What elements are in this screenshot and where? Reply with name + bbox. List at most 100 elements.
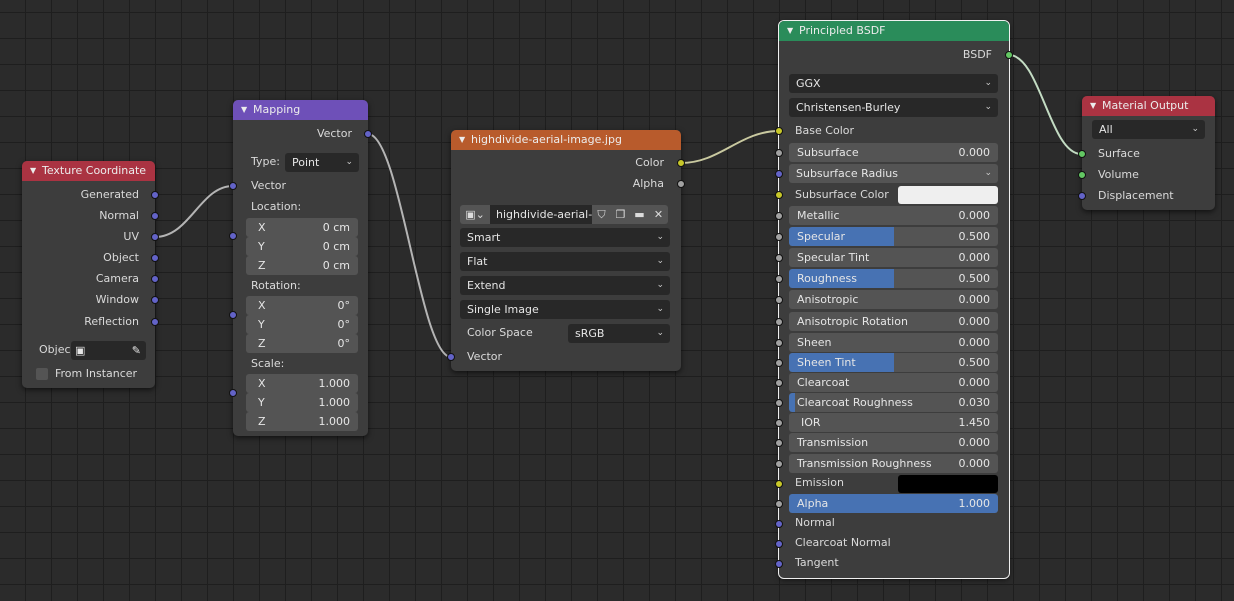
interpolation-dropdown[interactable]: Smart ⌄ bbox=[460, 228, 670, 247]
socket-alpha[interactable] bbox=[775, 500, 783, 508]
socket-subsurface[interactable] bbox=[775, 149, 783, 157]
socket-subsurface-radius[interactable] bbox=[775, 170, 783, 178]
ior-field[interactable]: IOR 1.450 bbox=[789, 413, 998, 432]
material-output-header[interactable]: ▼ Material Output bbox=[1082, 96, 1215, 116]
clearcoat-field[interactable]: Clearcoat 0.000 bbox=[789, 373, 998, 392]
principled-bsdf-node[interactable]: ▼ Principled BSDF BSDF GGX ⌄ Christensen-… bbox=[778, 20, 1010, 579]
extension-dropdown[interactable]: Extend ⌄ bbox=[460, 276, 670, 295]
socket-transmission-roughness[interactable] bbox=[775, 460, 783, 468]
specular-slider[interactable]: Specular 0.500 bbox=[789, 227, 998, 246]
socket-reflection[interactable] bbox=[151, 318, 159, 326]
image-name-field[interactable]: highdivide-aerial-... bbox=[490, 205, 592, 224]
clearcoat-roughness-slider[interactable]: Clearcoat Roughness 0.030 bbox=[789, 393, 998, 412]
scale-z-field[interactable]: Z 1.000 bbox=[246, 412, 358, 431]
subsurface-field[interactable]: Subsurface 0.000 bbox=[789, 143, 998, 162]
mapping-node[interactable]: ▼ Mapping Vector Type: Point ⌄ Vector Lo… bbox=[233, 100, 368, 436]
socket-surface[interactable] bbox=[1078, 150, 1086, 158]
socket-camera[interactable] bbox=[151, 275, 159, 283]
socket-displacement[interactable] bbox=[1078, 192, 1086, 200]
socket-anisotropic[interactable] bbox=[775, 296, 783, 304]
rotation-y-field[interactable]: Y 0° bbox=[246, 315, 358, 334]
socket-image-vector[interactable] bbox=[447, 353, 455, 361]
socket-normal[interactable] bbox=[151, 212, 159, 220]
color-space-dropdown[interactable]: sRGB ⌄ bbox=[568, 324, 670, 343]
socket-sheen-tint[interactable] bbox=[775, 359, 783, 367]
anisotropic-rotation-field[interactable]: Anisotropic Rotation 0.000 bbox=[789, 312, 998, 331]
subsurface-method-dropdown[interactable]: Christensen-Burley ⌄ bbox=[789, 98, 998, 117]
material-output-node[interactable]: ▼ Material Output All ⌄ Surface Volume Di… bbox=[1082, 96, 1215, 210]
image-texture-node[interactable]: ▼ highdivide-aerial-image.jpg Color Alph… bbox=[451, 130, 681, 371]
transmission-roughness-field[interactable]: Transmission Roughness 0.000 bbox=[789, 454, 998, 473]
image-texture-header[interactable]: ▼ highdivide-aerial-image.jpg bbox=[451, 130, 681, 150]
socket-tangent[interactable] bbox=[775, 560, 783, 568]
target-dropdown[interactable]: All ⌄ bbox=[1092, 120, 1205, 139]
eyedropper-icon[interactable]: ✎ bbox=[132, 341, 141, 360]
socket-mapping-rotation[interactable] bbox=[229, 311, 237, 319]
texture-coordinate-node[interactable]: ▼ Texture Coordinate Generated Normal UV… bbox=[22, 161, 155, 388]
rotation-z-field[interactable]: Z 0° bbox=[246, 334, 358, 353]
socket-roughness[interactable] bbox=[775, 275, 783, 283]
socket-mapping-scale[interactable] bbox=[229, 389, 237, 397]
distribution-dropdown[interactable]: GGX ⌄ bbox=[789, 74, 998, 93]
subsurface-color-swatch[interactable] bbox=[898, 186, 998, 204]
socket-clearcoat-normal[interactable] bbox=[775, 540, 783, 548]
texture-coordinate-header[interactable]: ▼ Texture Coordinate bbox=[22, 161, 155, 181]
roughness-slider[interactable]: Roughness 0.500 bbox=[789, 269, 998, 288]
scale-y-field[interactable]: Y 1.000 bbox=[246, 393, 358, 412]
image-browse-icon[interactable]: ▣⌄ bbox=[460, 205, 490, 224]
close-icon[interactable]: ✕ bbox=[649, 205, 668, 224]
location-z-field[interactable]: Z0 cm bbox=[246, 256, 358, 275]
mapping-header[interactable]: ▼ Mapping bbox=[233, 100, 368, 120]
socket-subsurface-color[interactable] bbox=[775, 191, 783, 199]
socket-image-alpha[interactable] bbox=[677, 180, 685, 188]
socket-clearcoat-roughness[interactable] bbox=[775, 399, 783, 407]
principled-bsdf-header[interactable]: ▼ Principled BSDF bbox=[779, 21, 1009, 41]
socket-generated[interactable] bbox=[151, 191, 159, 199]
rotation-x-field[interactable]: X 0° bbox=[246, 296, 358, 315]
collapse-icon[interactable]: ▼ bbox=[787, 21, 793, 41]
object-field[interactable]: ▣ ✎ bbox=[71, 341, 146, 360]
sheen-field[interactable]: Sheen 0.000 bbox=[789, 333, 998, 352]
metallic-field[interactable]: Metallic 0.000 bbox=[789, 206, 998, 225]
collapse-icon[interactable]: ▼ bbox=[459, 130, 465, 150]
socket-object[interactable] bbox=[151, 254, 159, 262]
socket-ior[interactable] bbox=[775, 419, 783, 427]
socket-specular-tint[interactable] bbox=[775, 254, 783, 262]
collapse-icon[interactable]: ▼ bbox=[30, 161, 36, 181]
alpha-slider[interactable]: Alpha 1.000 bbox=[789, 494, 998, 513]
socket-image-color[interactable] bbox=[677, 159, 685, 167]
socket-transmission[interactable] bbox=[775, 439, 783, 447]
socket-base-color[interactable] bbox=[775, 127, 783, 135]
socket-mapping-location[interactable] bbox=[229, 232, 237, 240]
sheen-tint-slider[interactable]: Sheen Tint 0.500 bbox=[789, 353, 998, 372]
socket-normal[interactable] bbox=[775, 520, 783, 528]
socket-window[interactable] bbox=[151, 296, 159, 304]
type-dropdown[interactable]: Point ⌄ bbox=[285, 153, 359, 172]
socket-emission[interactable] bbox=[775, 480, 783, 488]
socket-uv[interactable] bbox=[151, 233, 159, 241]
socket-specular[interactable] bbox=[775, 233, 783, 241]
duplicate-icon[interactable]: ❐ bbox=[611, 205, 630, 224]
projection-dropdown[interactable]: Flat ⌄ bbox=[460, 252, 670, 271]
fake-user-shield-icon[interactable]: ⛉ bbox=[592, 205, 611, 224]
from-instancer-checkbox[interactable] bbox=[36, 368, 48, 380]
socket-anisotropic-rotation[interactable] bbox=[775, 318, 783, 326]
socket-bsdf-out[interactable] bbox=[1005, 51, 1013, 59]
socket-volume[interactable] bbox=[1078, 171, 1086, 179]
socket-mapping-out-vector[interactable] bbox=[364, 130, 372, 138]
socket-sheen[interactable] bbox=[775, 339, 783, 347]
location-x-field[interactable]: X0 cm bbox=[246, 218, 358, 237]
socket-mapping-in-vector[interactable] bbox=[229, 182, 237, 190]
socket-clearcoat[interactable] bbox=[775, 379, 783, 387]
scale-x-field[interactable]: X 1.000 bbox=[246, 374, 358, 393]
anisotropic-field[interactable]: Anisotropic 0.000 bbox=[789, 290, 998, 309]
subsurface-radius-dropdown[interactable]: Subsurface Radius ⌄ bbox=[789, 164, 998, 183]
location-y-field[interactable]: Y0 cm bbox=[246, 237, 358, 256]
folder-icon[interactable]: ▬ bbox=[630, 205, 649, 224]
collapse-icon[interactable]: ▼ bbox=[241, 100, 247, 120]
transmission-field[interactable]: Transmission 0.000 bbox=[789, 433, 998, 452]
collapse-icon[interactable]: ▼ bbox=[1090, 96, 1096, 116]
socket-metallic[interactable] bbox=[775, 212, 783, 220]
source-dropdown[interactable]: Single Image ⌄ bbox=[460, 300, 670, 319]
emission-color-swatch[interactable] bbox=[898, 475, 998, 493]
